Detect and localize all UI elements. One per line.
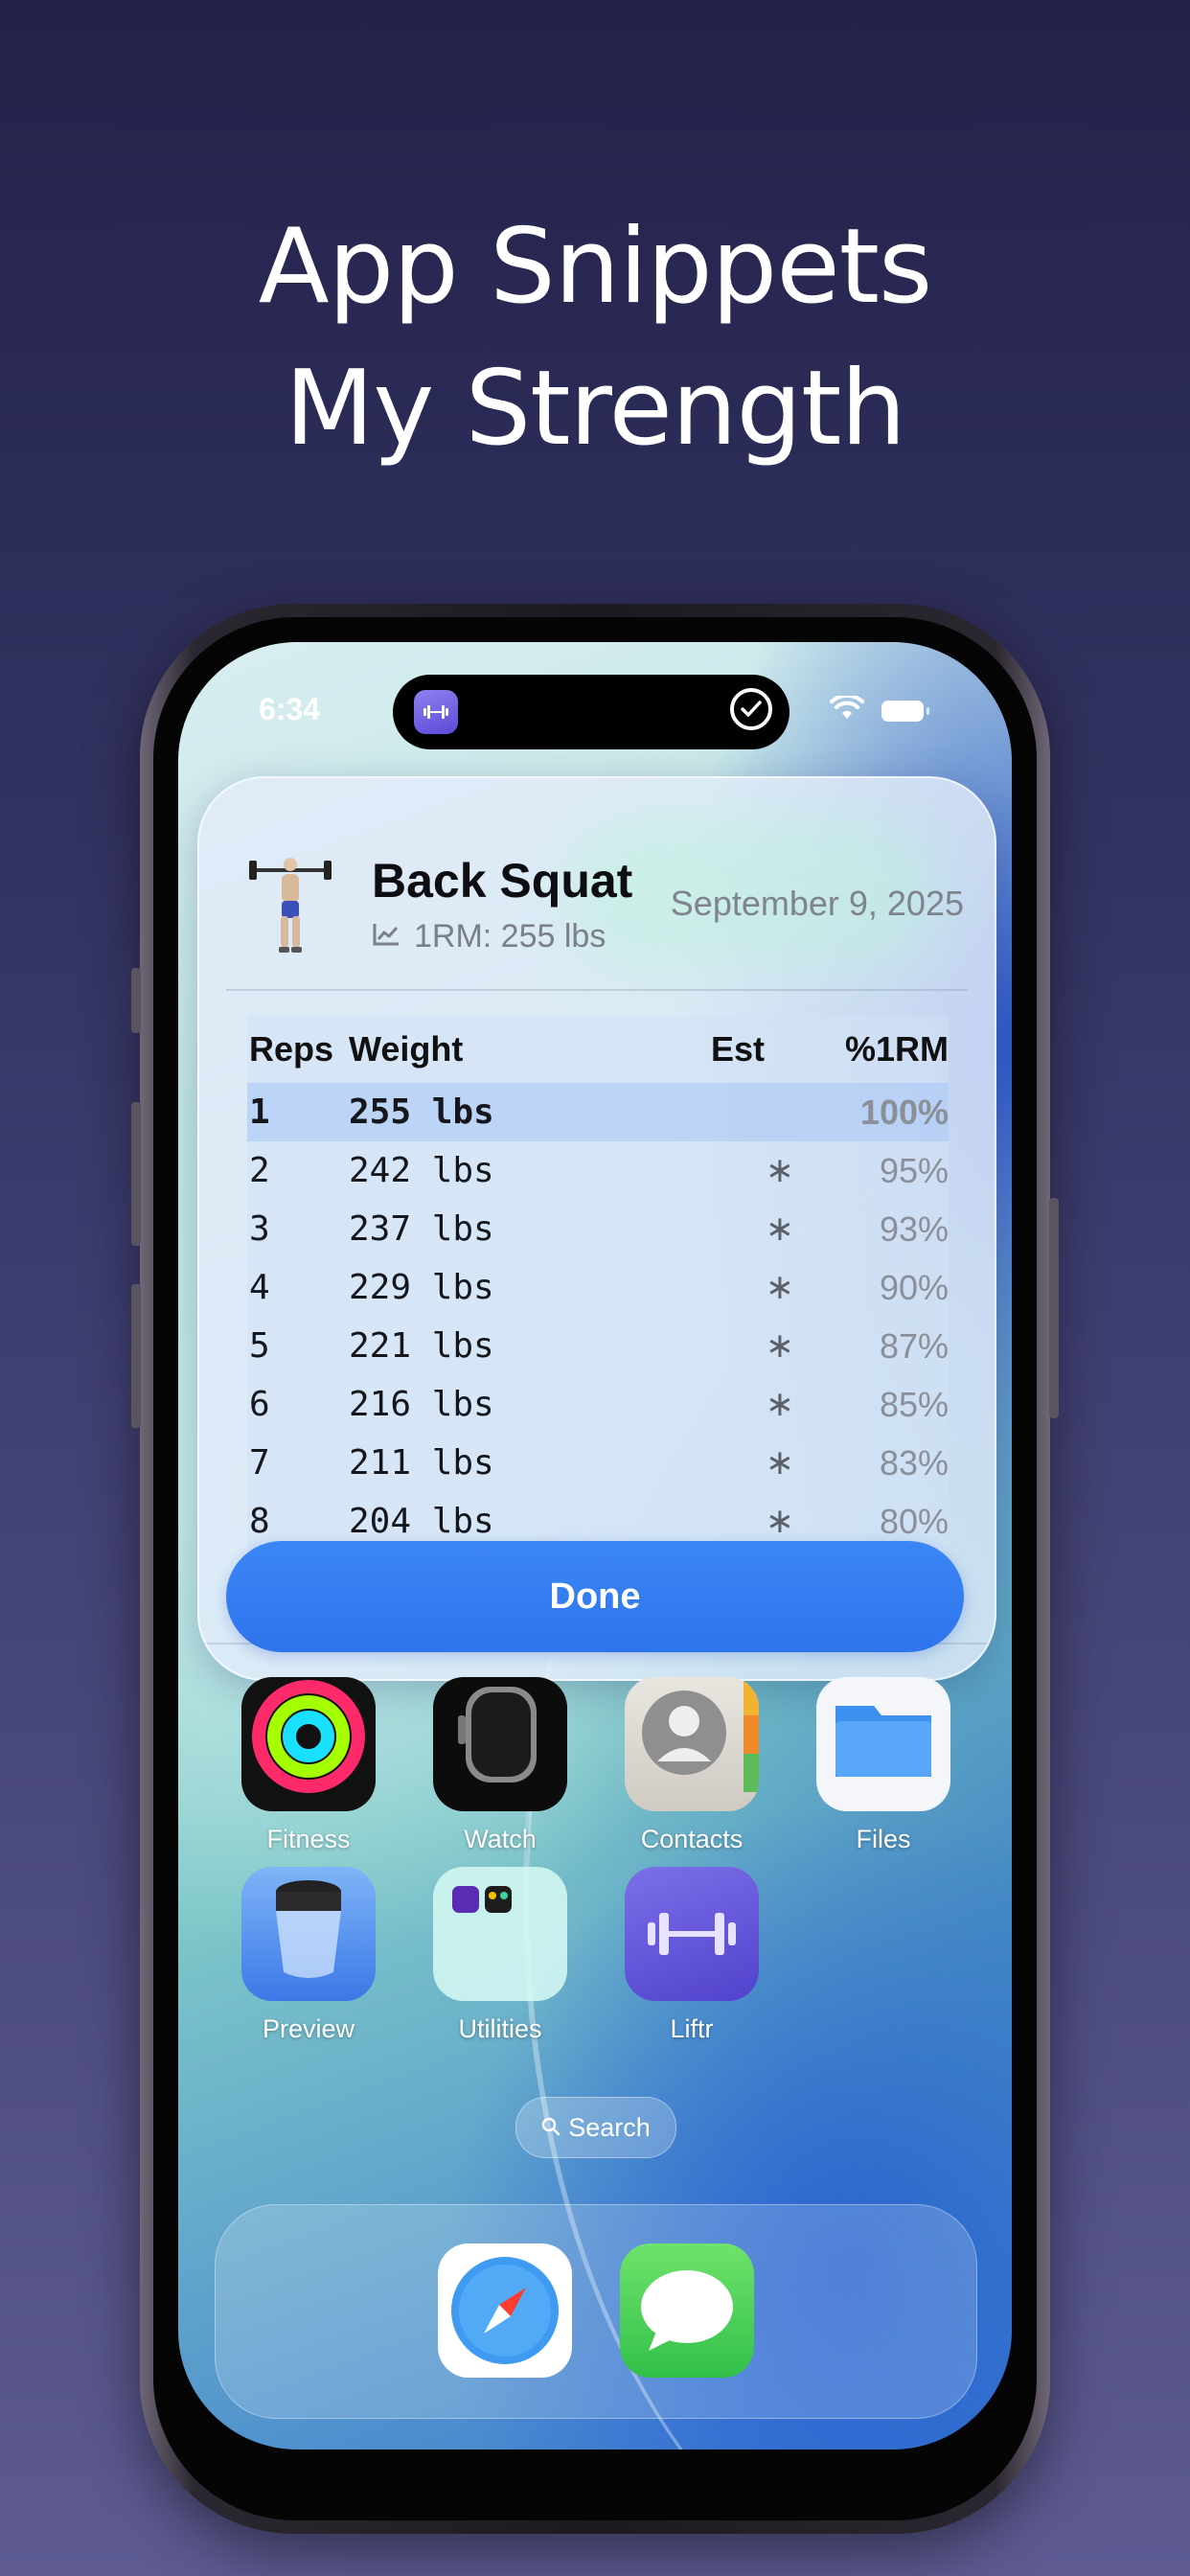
header-divider [226,989,968,991]
app-contacts[interactable]: Contacts [625,1677,759,1854]
exercise-figure-icon [249,858,332,953]
volume-up-button [131,1102,141,1246]
app-utilities[interactable]: Utilities [433,1867,567,2044]
rep-max-table: Reps Weight Est %1RM 1 255 lbs 100% 2 24… [247,1016,949,1551]
app-liftr[interactable]: Liftr [625,1867,759,2044]
cell-est: ∗ [765,1443,795,1483]
app-preview[interactable]: Preview [241,1867,376,2044]
cell-reps: 7 [249,1443,270,1483]
workout-date: September 9, 2025 [670,884,964,923]
table-row: 2 242 lbs ∗ 95% [247,1141,949,1200]
cell-reps: 5 [249,1326,270,1366]
headline-line-1: App Snippets [258,207,933,327]
home-search-button[interactable]: Search [515,2097,676,2158]
volume-down-button [131,1284,141,1428]
cell-reps: 1 [249,1092,270,1132]
cell-weight: 242 lbs [349,1151,494,1190]
table-row: 4 229 lbs ∗ 90% [247,1258,949,1317]
app-label: Contacts [640,1825,744,1853]
cell-weight: 204 lbs [349,1502,494,1541]
app-label: Utilities [458,2014,542,2043]
cell-est: ∗ [765,1209,795,1249]
messages-bubble-icon[interactable] [620,2243,754,2378]
cell-weight: 255 lbs [349,1092,494,1132]
table-header: Reps Weight Est %1RM [247,1016,949,1083]
cell-pct: 85% [879,1384,949,1424]
cell-pct: 100% [859,1092,949,1132]
watch-icon [433,1677,567,1811]
status-time: 6:34 [259,692,321,726]
snippet-scroll-area[interactable]: Back Squat 1RM: 255 lbs September 9, 202… [199,778,995,1643]
dumbbell-icon [414,690,458,734]
cell-reps: 2 [249,1151,270,1190]
search-label: Search [568,2112,651,2142]
contacts-icon [625,1677,759,1811]
cell-weight: 216 lbs [349,1385,494,1424]
search-icon [541,2113,561,2143]
cell-weight: 229 lbs [349,1268,494,1307]
cell-pct: 87% [879,1325,949,1366]
chart-line-icon [372,918,400,955]
cell-weight: 237 lbs [349,1209,494,1249]
wifi-icon [830,693,864,725]
table-row: 3 237 lbs ∗ 93% [247,1200,949,1258]
app-label: Liftr [670,2014,714,2043]
cell-est: ∗ [765,1385,795,1424]
col-est: Est [711,1029,766,1069]
headline-line-2: My Strength [285,349,906,469]
cell-reps: 4 [249,1268,270,1307]
table-row: 1 255 lbs 100% [247,1083,949,1141]
table-row: 7 211 lbs ∗ 83% [247,1434,949,1492]
cell-pct: 93% [879,1208,949,1249]
cell-est: ∗ [765,1502,795,1541]
col-weight: Weight [349,1029,464,1069]
power-button [1049,1198,1059,1418]
headline: App Snippets My Strength [0,196,1190,480]
table-row: 6 216 lbs ∗ 85% [247,1375,949,1434]
cell-pct: 80% [879,1501,949,1541]
cell-weight: 211 lbs [349,1443,494,1483]
col-reps: Reps [249,1029,334,1069]
battery-icon [881,700,929,722]
cell-pct: 95% [879,1150,949,1190]
checkmark-circle-icon [730,688,772,730]
app-label: Fitness [266,1825,351,1853]
app-label: Files [856,1825,911,1853]
folder-utilities-icon [433,1867,567,2001]
cell-reps: 6 [249,1385,270,1424]
cell-est: ∗ [765,1268,795,1307]
dumbbell-icon [625,1867,759,2001]
dock [215,2204,977,2419]
exercise-title: Back Squat [372,854,633,908]
app-watch[interactable]: Watch [433,1677,567,1854]
status-icons [830,693,929,725]
cell-est: ∗ [765,1151,795,1190]
cell-pct: 83% [879,1442,949,1483]
one-rm-summary: 1RM: 255 lbs [372,918,606,955]
folder-icon [816,1677,950,1811]
table-row: 5 221 lbs ∗ 87% [247,1317,949,1375]
cell-pct: 90% [879,1267,949,1307]
app-label: Preview [262,2014,355,2043]
app-label: Watch [464,1825,537,1853]
action-button [131,968,141,1033]
fitness-rings-icon [241,1677,376,1811]
phone-screen: 6:34 Back Squat 1RM: 255 lbs September 9… [178,642,1012,2450]
app-fitness[interactable]: Fitness [241,1677,376,1854]
done-button[interactable]: Done [226,1541,964,1652]
cell-reps: 8 [249,1502,270,1541]
col-pct-1rm: %1RM [844,1029,949,1069]
cell-weight: 221 lbs [349,1326,494,1366]
preview-icon [241,1867,376,2001]
one-rm-text: 1RM: 255 lbs [414,918,606,954]
dynamic-island[interactable] [393,675,790,749]
app-files[interactable]: Files [816,1677,950,1854]
safari-compass-icon[interactable] [438,2243,572,2378]
cell-reps: 3 [249,1209,270,1249]
cell-est: ∗ [765,1326,795,1366]
